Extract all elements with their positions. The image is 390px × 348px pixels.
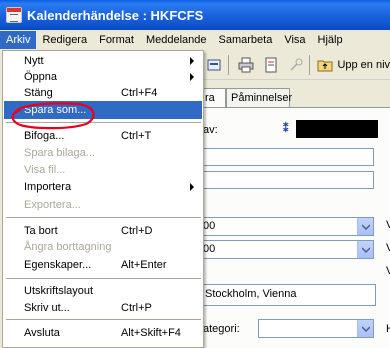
- category-combo[interactable]: [258, 319, 374, 338]
- end-time-value: 00: [203, 243, 216, 255]
- file-menu-dropdown: Nytt Öppna Stäng Ctrl+F4 Spara som... Bi…: [2, 50, 204, 348]
- up-one-level-label: Upp en niv: [337, 58, 390, 71]
- submenu-arrow-icon: [190, 57, 194, 65]
- start-time-combo[interactable]: 00: [200, 217, 374, 236]
- form-icon[interactable]: [203, 54, 225, 76]
- start-time-value: 00: [203, 220, 216, 232]
- menu-arkiv[interactable]: Arkiv: [0, 31, 37, 49]
- chevron-down-icon[interactable]: [357, 218, 373, 235]
- menu-item-close[interactable]: Stäng Ctrl+F4: [4, 84, 202, 102]
- menu-separator: [6, 319, 201, 320]
- location-input[interactable]: [200, 171, 374, 189]
- tab-strip: ra Påminnelser: [200, 88, 390, 108]
- menu-item-exit[interactable]: Avsluta Alt+Skift+F4: [4, 324, 202, 342]
- menu-redigera[interactable]: Redigera: [36, 31, 93, 49]
- chevron-down-icon[interactable]: [357, 241, 373, 258]
- h-label: H: [386, 323, 390, 335]
- print-icon[interactable]: [235, 54, 257, 76]
- document-icon[interactable]: [260, 54, 282, 76]
- up-one-level-button[interactable]: Upp en niv: [317, 58, 390, 72]
- menu-item-save-attachment: Spara bilaga...: [24, 147, 95, 159]
- redacted-field: [296, 120, 378, 138]
- menu-item-print[interactable]: Skriv ut... Ctrl+P: [4, 299, 202, 317]
- end-time-combo[interactable]: 00: [200, 240, 374, 259]
- window-title: Kalenderhändelse : HKFCFS: [27, 7, 204, 23]
- timezone-value: Stockholm, Vienna: [205, 288, 297, 300]
- v-label-1: V: [386, 219, 390, 231]
- calendar-app-icon: [6, 7, 22, 23]
- menu-item-properties[interactable]: Egenskaper... Alt+Enter: [4, 256, 202, 274]
- toolbar-separator: [227, 54, 229, 75]
- menu-item-view-file: Visa fil...: [24, 164, 66, 176]
- menu-item-print-layout[interactable]: Utskriftslayout: [4, 282, 202, 300]
- menu-item-undo-delete: Ångra borttagning: [24, 241, 112, 253]
- key-icon[interactable]: [285, 54, 307, 76]
- menu-visa[interactable]: Visa: [278, 31, 311, 49]
- v-label-3: V: [386, 265, 390, 277]
- from-label: av:: [203, 124, 218, 136]
- timezone-field[interactable]: Stockholm, Vienna: [200, 284, 376, 306]
- subject-input[interactable]: [200, 148, 374, 166]
- person-icon: ⁑: [283, 123, 289, 135]
- menu-bar: Arkiv Redigera Format Meddelande Samarbe…: [0, 30, 390, 50]
- menu-samarbeta[interactable]: Samarbeta: [213, 31, 279, 49]
- menu-separator: [6, 122, 201, 123]
- folder-up-icon: [317, 60, 333, 71]
- menu-separator: [6, 278, 201, 279]
- menu-hjalp[interactable]: Hjälp: [312, 31, 349, 49]
- category-label: ategori:: [203, 323, 240, 335]
- submenu-arrow-icon: [190, 183, 194, 191]
- v-label-2: V: [386, 242, 390, 254]
- menu-meddelande[interactable]: Meddelande: [140, 31, 213, 49]
- chevron-down-icon[interactable]: [357, 320, 373, 337]
- menu-item-attach[interactable]: Bifoga... Ctrl+T: [4, 127, 202, 145]
- menu-separator: [6, 217, 201, 218]
- title-bar: Kalenderhändelse : HKFCFS: [0, 0, 390, 30]
- toolbar: Upp en niv: [200, 50, 390, 80]
- menu-item-save-as[interactable]: Spara som...: [4, 101, 202, 119]
- tab-reminders[interactable]: Påminnelser: [226, 88, 292, 107]
- submenu-arrow-icon: [190, 73, 194, 81]
- menu-item-import[interactable]: Importera: [4, 178, 202, 196]
- toolbar-separator: [309, 54, 311, 75]
- menu-item-export: Exportera...: [24, 199, 81, 211]
- menu-format[interactable]: Format: [93, 31, 140, 49]
